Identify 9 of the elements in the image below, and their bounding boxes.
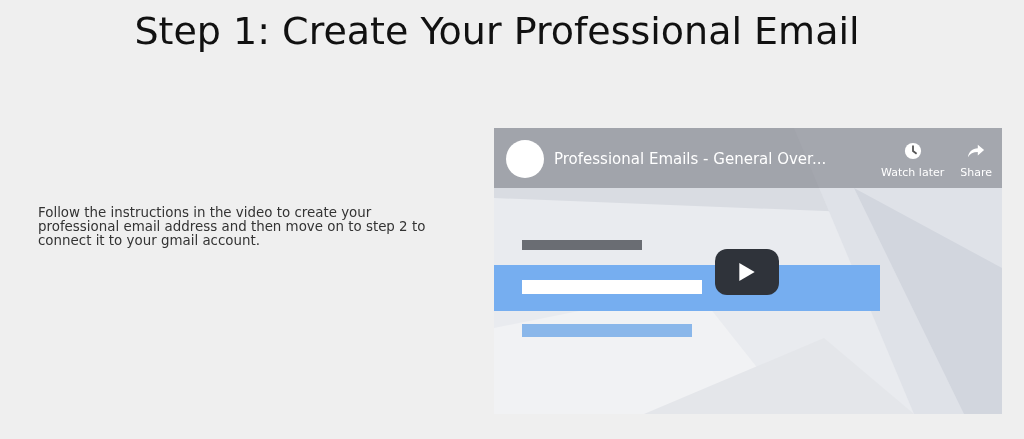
video-action-button[interactable]: Share [958, 140, 994, 181]
description-paragraph: Follow the instructions in the video to create your professional email address and then move on to step 2 to connect it to your gmail account. [38, 206, 427, 248]
video-action-button[interactable]: Watch later [879, 140, 947, 181]
play-button[interactable] [715, 249, 779, 295]
video-player[interactable]: Professional Emails - General Over... Watch later Share [494, 128, 1002, 414]
page-heading: Step 1: Create Your Professional Email [133, 8, 861, 54]
clock-icon [903, 142, 922, 160]
play-icon [739, 263, 755, 281]
video-title[interactable]: Professional Emails - General Over... [554, 150, 870, 168]
